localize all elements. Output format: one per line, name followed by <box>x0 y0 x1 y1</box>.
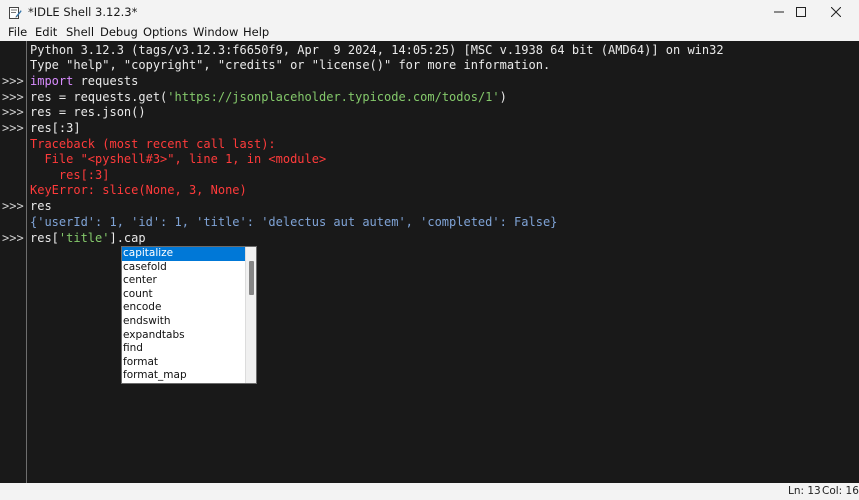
code-line: res = res.json() <box>30 105 146 119</box>
gutter-divider <box>26 41 27 483</box>
menu-help[interactable]: Help <box>243 25 269 40</box>
prompt-marker: >>> <box>2 121 24 135</box>
autocomplete-item[interactable]: encode <box>122 301 245 315</box>
close-icon <box>831 7 841 17</box>
code-line: import requests <box>30 74 138 90</box>
string-token: 'title' <box>58 231 110 245</box>
autocomplete-item[interactable]: count <box>122 288 245 302</box>
status-line-number: Ln: 13 <box>788 485 821 497</box>
menu-file[interactable]: File <box>8 25 27 40</box>
traceback-line: res[:3] <box>30 168 110 182</box>
prompt-gutter: >>> >>> >>> >>> >>> >>> <box>0 41 26 483</box>
banner-line: Python 3.12.3 (tags/v3.12.3:f6650f9, Apr… <box>30 43 724 57</box>
code-token: res[ <box>30 231 59 245</box>
idle-app-icon <box>8 5 22 19</box>
prompt-marker: >>> <box>2 231 24 245</box>
code-token: res = requests.get( <box>30 90 168 104</box>
keyword-token: import <box>30 74 74 88</box>
maximize-icon <box>796 7 806 17</box>
code-line: res[:3] <box>30 121 81 135</box>
autocomplete-item[interactable]: find <box>122 342 245 356</box>
code-line: res <box>30 199 52 213</box>
banner-line: Type "help", "copyright", "credits" or "… <box>30 58 551 72</box>
prompt-marker: >>> <box>2 90 24 104</box>
autocomplete-item[interactable]: casefold <box>122 261 245 275</box>
output-line: {'userId': 1, 'id': 1, 'title': 'delectu… <box>30 215 558 229</box>
title-bar: *IDLE Shell 3.12.3* <box>0 0 859 24</box>
traceback-line: File "<pyshell#3>", line 1, in <module> <box>30 152 327 166</box>
autocomplete-item-selected[interactable]: capitalize <box>122 247 245 261</box>
prompt-marker: >>> <box>2 105 24 119</box>
autocomplete-item[interactable]: format <box>122 356 245 370</box>
code-token: ) <box>499 90 507 104</box>
window-title: *IDLE Shell 3.12.3* <box>28 5 138 19</box>
autocomplete-item[interactable]: format_map <box>122 369 245 383</box>
autocomplete-item[interactable]: endswith <box>122 315 245 329</box>
autocomplete-item[interactable]: center <box>122 274 245 288</box>
autocomplete-scrollbar[interactable] <box>245 247 256 383</box>
autocomplete-scroll-thumb[interactable] <box>249 261 254 295</box>
menu-shell[interactable]: Shell <box>66 25 94 40</box>
status-bar: Ln: 13 Col: 16 <box>0 483 859 500</box>
string-token: 'https://jsonplaceholder.typicode.com/to… <box>167 90 500 104</box>
menu-bar: File Edit Shell Debug Options Window Hel… <box>0 24 859 42</box>
autocomplete-popup[interactable]: capitalize casefold center count encode … <box>121 246 257 384</box>
code-line: res = requests.get('https://jsonplacehol… <box>30 90 507 106</box>
menu-debug[interactable]: Debug <box>100 25 138 40</box>
close-button[interactable] <box>813 0 859 24</box>
code-token: ].cap <box>109 231 146 245</box>
menu-edit[interactable]: Edit <box>35 25 57 40</box>
code-token: requests <box>73 74 139 88</box>
current-input-line[interactable]: res['title'].cap <box>30 231 146 247</box>
prompt-marker: >>> <box>2 199 24 213</box>
autocomplete-list[interactable]: capitalize casefold center count encode … <box>122 247 245 383</box>
vertical-scrollbar[interactable] <box>848 41 859 483</box>
prompt-marker: >>> <box>2 74 24 88</box>
menu-window[interactable]: Window <box>193 25 238 40</box>
traceback-line: Traceback (most recent call last): <box>30 137 276 151</box>
menu-options[interactable]: Options <box>143 25 187 40</box>
status-column-number: Col: 16 <box>822 485 859 497</box>
autocomplete-item[interactable]: expandtabs <box>122 329 245 343</box>
error-message: KeyError: slice(None, 3, None) <box>30 183 247 197</box>
